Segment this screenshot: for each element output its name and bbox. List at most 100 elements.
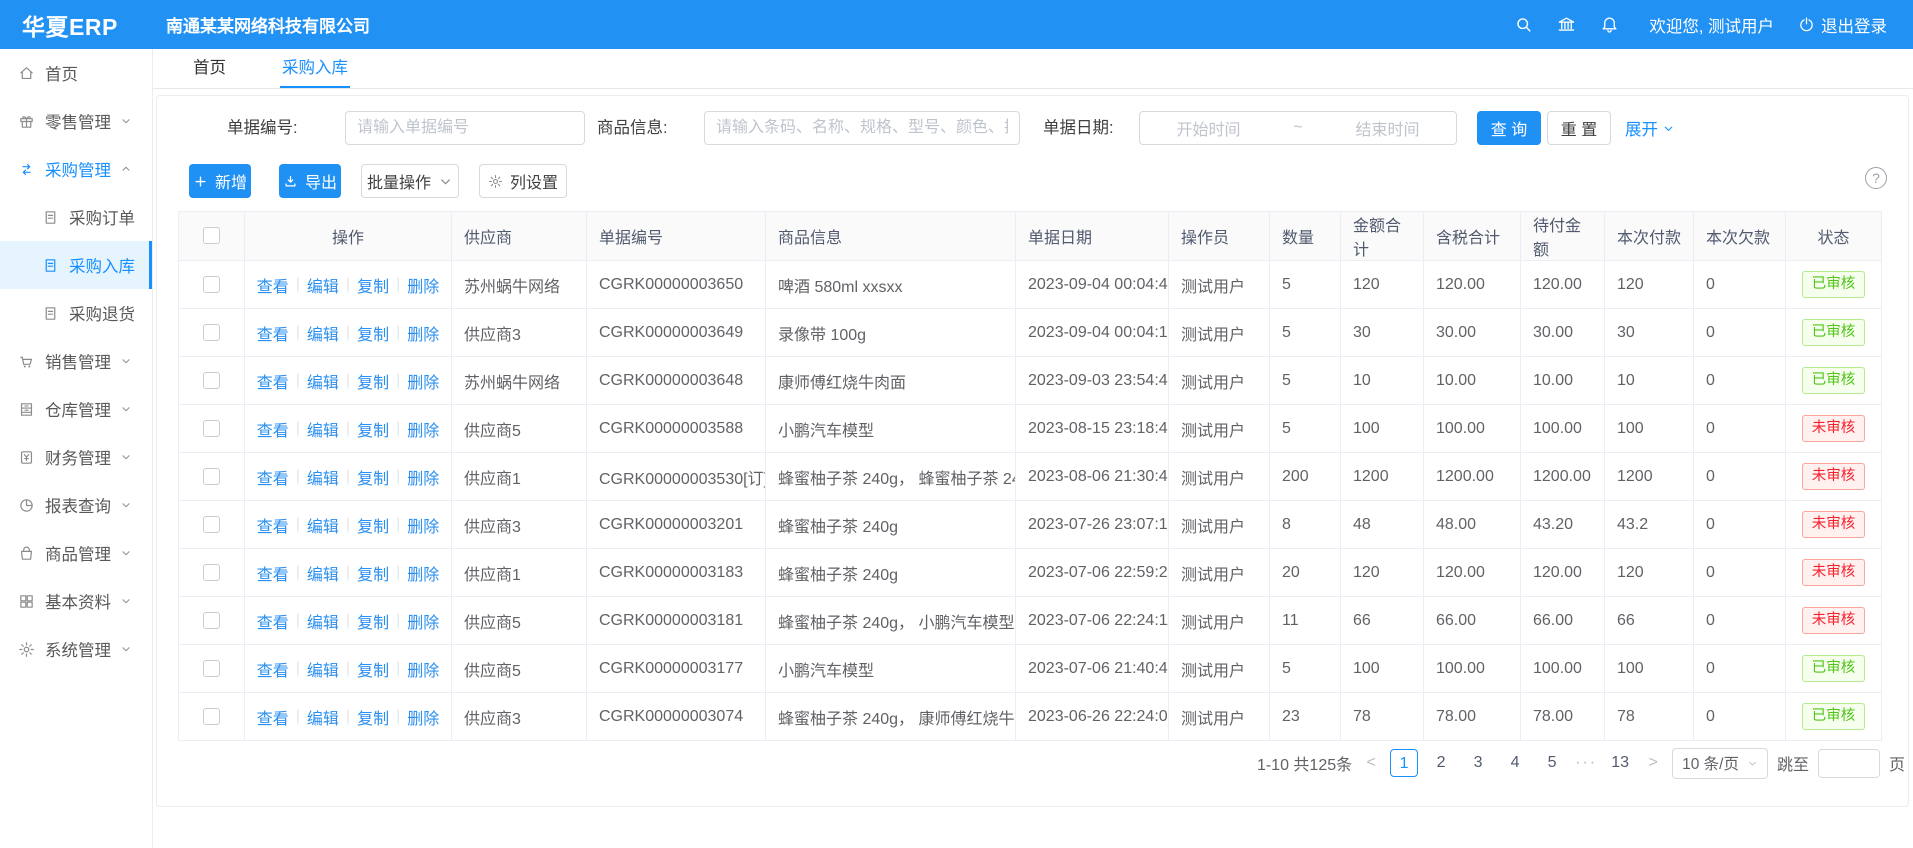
row-action-2[interactable]: 复制 bbox=[357, 417, 389, 441]
row-checkbox[interactable] bbox=[203, 708, 220, 725]
row-checkbox[interactable] bbox=[203, 276, 220, 293]
sidebar-item-warehouse[interactable]: 仓库管理 bbox=[0, 385, 152, 433]
row-action-2[interactable]: 复制 bbox=[357, 465, 389, 489]
sidebar-item-reports[interactable]: 报表查询 bbox=[0, 481, 152, 529]
page-button-3[interactable]: 3 bbox=[1464, 749, 1492, 777]
row-action-2[interactable]: 复制 bbox=[357, 609, 389, 633]
sidebar-item-home[interactable]: 首页 bbox=[0, 49, 152, 97]
row-action-1[interactable]: 编辑 bbox=[307, 561, 339, 585]
row-checkbox[interactable] bbox=[203, 660, 220, 677]
search-button[interactable]: 查 询 bbox=[1477, 111, 1541, 145]
row-action-1[interactable]: 编辑 bbox=[307, 609, 339, 633]
row-action-2[interactable]: 复制 bbox=[357, 321, 389, 345]
next-page-button[interactable]: > bbox=[1643, 754, 1663, 772]
row-action-0[interactable]: 查看 bbox=[257, 369, 289, 393]
row-action-0[interactable]: 查看 bbox=[257, 609, 289, 633]
bell-icon[interactable] bbox=[1600, 15, 1619, 34]
expand-link[interactable]: 展开 bbox=[1625, 111, 1675, 145]
date-start-placeholder[interactable]: 开始时间 bbox=[1176, 116, 1240, 140]
sidebar-item-label: 商品管理 bbox=[45, 541, 111, 565]
row-action-1[interactable]: 编辑 bbox=[307, 705, 339, 729]
sidebar-item-purchase-inbound[interactable]: 采购入库 bbox=[0, 241, 152, 289]
row-action-2[interactable]: 复制 bbox=[357, 369, 389, 393]
cell-status: 未审核 bbox=[1786, 405, 1882, 453]
row-action-0[interactable]: 查看 bbox=[257, 417, 289, 441]
search-icon[interactable] bbox=[1514, 15, 1533, 34]
row-action-3[interactable]: 删除 bbox=[407, 561, 439, 585]
row-action-3[interactable]: 删除 bbox=[407, 705, 439, 729]
row-checkbox[interactable] bbox=[203, 564, 220, 581]
goods-info-input[interactable] bbox=[704, 111, 1020, 145]
row-action-0[interactable]: 查看 bbox=[257, 321, 289, 345]
cell-status: 已审核 bbox=[1786, 261, 1882, 309]
row-action-0[interactable]: 查看 bbox=[257, 273, 289, 297]
row-action-0[interactable]: 查看 bbox=[257, 705, 289, 729]
page-size-select[interactable]: 10 条/页 bbox=[1672, 748, 1768, 779]
row-action-2[interactable]: 复制 bbox=[357, 561, 389, 585]
row-action-3[interactable]: 删除 bbox=[407, 609, 439, 633]
pagination-ellipsis[interactable]: ··· bbox=[1575, 754, 1597, 772]
reset-button[interactable]: 重 置 bbox=[1547, 111, 1611, 145]
sidebar-item-retail[interactable]: 零售管理 bbox=[0, 97, 152, 145]
row-action-2[interactable]: 复制 bbox=[357, 273, 389, 297]
sidebar-item-sales[interactable]: 销售管理 bbox=[0, 337, 152, 385]
row-action-1[interactable]: 编辑 bbox=[307, 657, 339, 681]
tab-purchase-inbound[interactable]: 采购入库 bbox=[280, 49, 350, 88]
jump-page-input[interactable] bbox=[1818, 749, 1880, 778]
page-button-1[interactable]: 1 bbox=[1390, 749, 1418, 777]
sidebar-item-goods[interactable]: 商品管理 bbox=[0, 529, 152, 577]
sidebar-item-purchase-order[interactable]: 采购订单 bbox=[0, 193, 152, 241]
page-button-2[interactable]: 2 bbox=[1427, 749, 1455, 777]
row-action-1[interactable]: 编辑 bbox=[307, 513, 339, 537]
row-action-0[interactable]: 查看 bbox=[257, 465, 289, 489]
help-icon[interactable]: ? bbox=[1865, 167, 1887, 189]
row-action-2[interactable]: 复制 bbox=[357, 513, 389, 537]
page-button-4[interactable]: 4 bbox=[1501, 749, 1529, 777]
row-action-2[interactable]: 复制 bbox=[357, 657, 389, 681]
batch-actions-button[interactable]: 批量操作 bbox=[361, 164, 459, 198]
cell-total: 120 bbox=[1341, 261, 1424, 309]
row-checkbox[interactable] bbox=[203, 324, 220, 341]
select-all-checkbox[interactable] bbox=[203, 227, 220, 244]
row-checkbox[interactable] bbox=[203, 612, 220, 629]
row-action-3[interactable]: 删除 bbox=[407, 513, 439, 537]
row-action-3[interactable]: 删除 bbox=[407, 465, 439, 489]
page-button-13[interactable]: 13 bbox=[1606, 749, 1634, 777]
row-action-1[interactable]: 编辑 bbox=[307, 465, 339, 489]
tab-home[interactable]: 首页 bbox=[191, 49, 228, 88]
sidebar-item-basic-data[interactable]: 基本资料 bbox=[0, 577, 152, 625]
logout-button[interactable]: 退出登录 bbox=[1798, 13, 1887, 37]
row-action-3[interactable]: 删除 bbox=[407, 657, 439, 681]
bill-no-input[interactable] bbox=[345, 111, 585, 145]
row-action-1[interactable]: 编辑 bbox=[307, 369, 339, 393]
row-action-2[interactable]: 复制 bbox=[357, 705, 389, 729]
row-action-0[interactable]: 查看 bbox=[257, 561, 289, 585]
date-range-picker[interactable]: 开始时间 ~ 结束时间 bbox=[1139, 111, 1457, 145]
sidebar-item-finance[interactable]: 财务管理 bbox=[0, 433, 152, 481]
row-checkbox[interactable] bbox=[203, 420, 220, 437]
row-checkbox[interactable] bbox=[203, 468, 220, 485]
row-action-0[interactable]: 查看 bbox=[257, 513, 289, 537]
export-button[interactable]: 导出 bbox=[279, 164, 341, 198]
row-action-1[interactable]: 编辑 bbox=[307, 321, 339, 345]
add-button[interactable]: 新增 bbox=[189, 164, 251, 198]
sidebar-item-system[interactable]: 系统管理 bbox=[0, 625, 152, 673]
sidebar-item-purchase-return[interactable]: 采购退货 bbox=[0, 289, 152, 337]
cell-status: 已审核 bbox=[1786, 309, 1882, 357]
row-action-3[interactable]: 删除 bbox=[407, 321, 439, 345]
sidebar-item-purchase[interactable]: 采购管理 bbox=[0, 145, 152, 193]
column-settings-button[interactable]: 列设置 bbox=[479, 164, 567, 198]
row-checkbox[interactable] bbox=[203, 372, 220, 389]
row-action-1[interactable]: 编辑 bbox=[307, 417, 339, 441]
prev-page-button[interactable]: < bbox=[1361, 754, 1381, 772]
date-end-placeholder[interactable]: 结束时间 bbox=[1356, 116, 1420, 140]
bank-icon[interactable] bbox=[1557, 15, 1576, 34]
row-action-3[interactable]: 删除 bbox=[407, 417, 439, 441]
row-action-1[interactable]: 编辑 bbox=[307, 273, 339, 297]
row-action-0[interactable]: 查看 bbox=[257, 657, 289, 681]
row-action-3[interactable]: 删除 bbox=[407, 273, 439, 297]
page-button-5[interactable]: 5 bbox=[1538, 749, 1566, 777]
cell-total_tax: 120.00 bbox=[1424, 549, 1521, 597]
row-checkbox[interactable] bbox=[203, 516, 220, 533]
row-action-3[interactable]: 删除 bbox=[407, 369, 439, 393]
